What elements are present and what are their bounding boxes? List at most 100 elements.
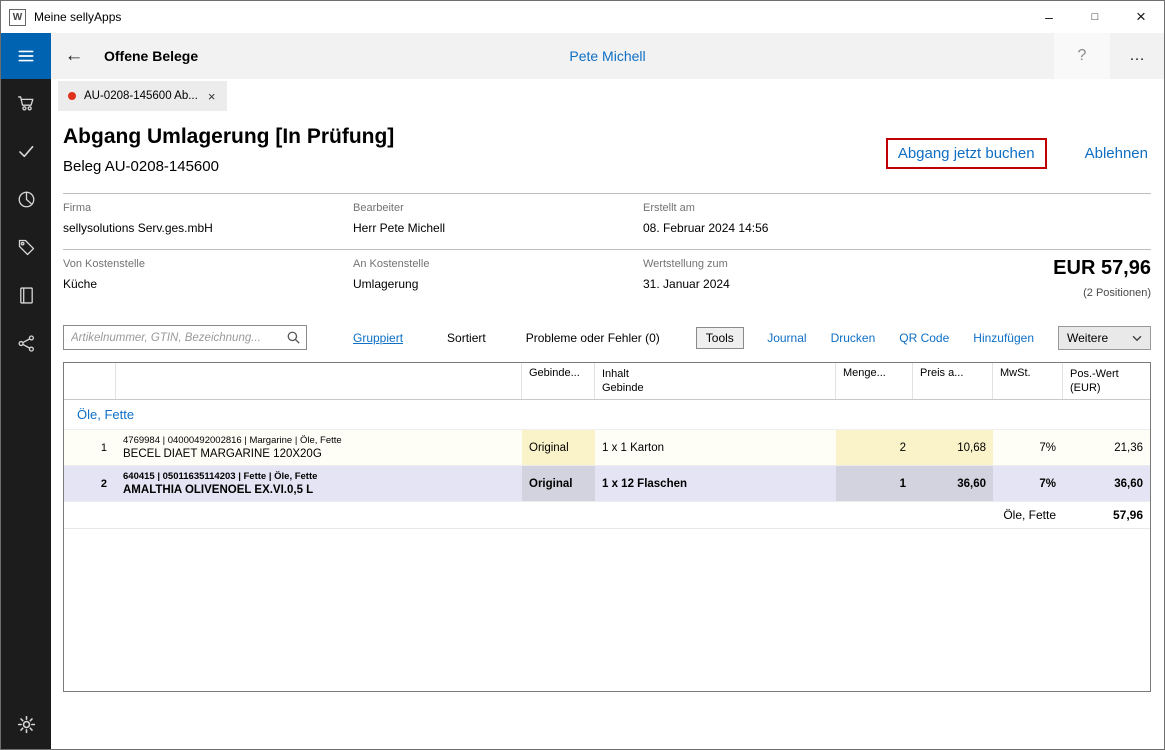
total-positions: (2 Positionen) <box>1053 287 1151 299</box>
problems-toggle[interactable]: Probleme oder Fehler (0) <box>526 331 660 345</box>
header-mwst[interactable]: MwSt. <box>993 363 1063 399</box>
tab-close-icon[interactable]: × <box>206 89 218 104</box>
cell-gebinde: Original <box>522 430 595 465</box>
positions-table: Gebinde... Inhalt Gebinde Menge... Preis… <box>63 362 1151 692</box>
cell-mwst: 7% <box>993 466 1063 501</box>
reject-button[interactable]: Ablehnen <box>1085 145 1148 162</box>
sidebar-item-share[interactable] <box>1 319 51 367</box>
search-input[interactable] <box>63 325 307 350</box>
print-link[interactable]: Drucken <box>831 331 876 345</box>
window-title: Meine sellyApps <box>34 10 121 24</box>
unsaved-dot-icon <box>68 92 76 100</box>
field-an-kostenstelle: An Kostenstelle Umlagerung <box>353 258 643 291</box>
field-wertstellung: Wertstellung zum 31. Januar 2024 <box>643 258 933 291</box>
table-header-row: Gebinde... Inhalt Gebinde Menge... Preis… <box>64 363 1150 400</box>
footer-group-total: 57,96 <box>1063 502 1150 528</box>
row-number: 2 <box>64 466 116 501</box>
menu-button[interactable] <box>1 33 51 79</box>
share-icon <box>16 333 37 354</box>
header-line: (EUR) <box>1070 381 1143 395</box>
app-logo-icon: W <box>9 9 26 26</box>
header-menge[interactable]: Menge... <box>836 363 913 399</box>
field-bearbeiter: Bearbeiter Herr Pete Michell <box>353 202 643 235</box>
row-number: 1 <box>64 430 116 465</box>
search-icon[interactable] <box>286 330 301 348</box>
field-erstellt-am: Erstellt am 08. Februar 2024 14:56 <box>643 202 933 235</box>
cell-menge: 1 <box>836 466 913 501</box>
back-button[interactable]: ← <box>51 33 97 79</box>
tools-button[interactable]: Tools <box>696 327 744 349</box>
header-line: Inhalt <box>602 367 828 381</box>
group-row-oele-fette[interactable]: Öle, Fette <box>64 400 1150 430</box>
header-gebinde[interactable]: Gebinde... <box>522 363 595 399</box>
cell-preis: 10,68 <box>913 430 993 465</box>
user-name[interactable]: Pete Michell <box>569 48 645 64</box>
article-meta: 640415 | 05011635114203 | Fette | Öle, F… <box>123 471 317 482</box>
close-button[interactable]: × <box>1118 1 1164 33</box>
cell-preis: 36,60 <box>913 466 993 501</box>
document-subtitle: Beleg AU-0208-145600 <box>63 158 394 175</box>
field-value: Umlagerung <box>353 277 643 291</box>
sidebar-item-documents[interactable] <box>1 271 51 319</box>
hamburger-icon <box>16 46 36 66</box>
sidebar-item-labels[interactable] <box>1 223 51 271</box>
sidebar-item-statistics[interactable] <box>1 175 51 223</box>
header-empty-num <box>64 363 116 399</box>
maximize-button[interactable]: □ <box>1072 1 1118 33</box>
table-row-selected[interactable]: 2 640415 | 05011635114203 | Fette | Öle,… <box>64 466 1150 502</box>
book-now-button[interactable]: Abgang jetzt buchen <box>886 138 1047 169</box>
help-button[interactable]: ? <box>1054 33 1110 79</box>
tab-document[interactable]: AU-0208-145600 Ab... × <box>58 81 227 111</box>
sidebar-item-settings[interactable] <box>1 701 51 747</box>
cart-icon <box>16 93 37 114</box>
app-window: W Meine sellyApps – □ × <box>0 0 1165 750</box>
field-value: Herr Pete Michell <box>353 221 643 235</box>
window-controls: – □ × <box>1026 1 1164 33</box>
page-title: Offene Belege <box>104 48 198 64</box>
app-header: ← Offene Belege Pete Michell ? … <box>51 33 1164 79</box>
more-button[interactable]: … <box>1110 33 1164 79</box>
cell-wert: 36,60 <box>1063 466 1150 501</box>
header-inhalt-gebinde[interactable]: Inhalt Gebinde <box>595 363 836 399</box>
field-firma: Firma sellysolutions Serv.ges.mbH <box>63 202 353 235</box>
footer-group-label: Öle, Fette <box>993 502 1063 528</box>
document-total: EUR 57,96 (2 Positionen) <box>1053 257 1151 299</box>
header-line: Pos.-Wert <box>1070 367 1143 381</box>
qr-code-link[interactable]: QR Code <box>899 331 949 345</box>
chevron-down-icon <box>1132 331 1142 345</box>
info-row-2: Von Kostenstelle Küche An Kostenstelle U… <box>63 249 1151 305</box>
article-name: BECEL DIAET MARGARINE 120X20G <box>123 448 322 460</box>
article-name: AMALTHIA OLIVENOEL EX.VI.0,5 L <box>123 484 313 496</box>
content-area: Abgang Umlagerung [In Prüfung] Beleg AU-… <box>51 111 1164 749</box>
cell-wert: 21,36 <box>1063 430 1150 465</box>
journal-link[interactable]: Journal <box>767 331 806 345</box>
field-label: Bearbeiter <box>353 202 643 214</box>
cell-inhalt: 1 x 1 Karton <box>595 430 836 465</box>
table-row[interactable]: 1 4769984 | 04000492002816 | Margarine |… <box>64 430 1150 466</box>
table-empty-area <box>64 529 1150 691</box>
grouped-toggle[interactable]: Gruppiert <box>353 331 403 345</box>
header-line: Gebinde <box>602 381 828 395</box>
sidebar <box>1 33 51 749</box>
sidebar-item-tasks[interactable] <box>1 127 51 175</box>
header-empty-desc <box>116 363 522 399</box>
article-description: 640415 | 05011635114203 | Fette | Öle, F… <box>116 466 522 501</box>
minimize-button[interactable]: – <box>1026 1 1072 33</box>
article-description: 4769984 | 04000492002816 | Margarine | Ö… <box>116 430 522 465</box>
field-label: Wertstellung zum <box>643 258 933 270</box>
field-label: Erstellt am <box>643 202 933 214</box>
cell-mwst: 7% <box>993 430 1063 465</box>
tab-label: AU-0208-145600 Ab... <box>84 90 198 102</box>
pie-chart-icon <box>16 189 37 210</box>
sorted-toggle[interactable]: Sortiert <box>447 331 486 345</box>
title-bar: W Meine sellyApps – □ × <box>1 1 1164 33</box>
group-footer-row: Öle, Fette 57,96 <box>64 502 1150 529</box>
header-pos-wert[interactable]: Pos.-Wert (EUR) <box>1063 363 1150 399</box>
gear-icon <box>16 714 37 735</box>
sidebar-item-cart[interactable] <box>1 79 51 127</box>
more-actions-dropdown[interactable]: Weitere <box>1058 326 1151 350</box>
field-value: sellysolutions Serv.ges.mbH <box>63 221 353 235</box>
header-preis[interactable]: Preis a... <box>913 363 993 399</box>
tab-bar: AU-0208-145600 Ab... × <box>51 79 1164 111</box>
add-link[interactable]: Hinzufügen <box>973 331 1034 345</box>
